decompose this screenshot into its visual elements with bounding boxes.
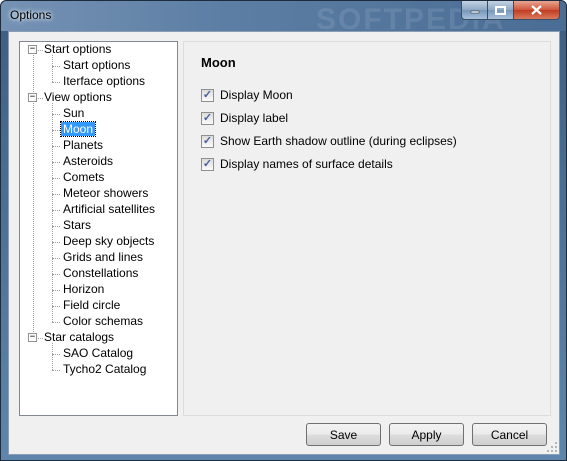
resize-grip[interactable] <box>547 442 557 452</box>
tree-item-label: Field circle <box>63 298 121 312</box>
tree-item-tycho2-catalog[interactable]: Tycho2 Catalog <box>61 362 148 377</box>
close-icon <box>531 5 542 15</box>
option-checkbox[interactable]: ✓ <box>201 111 214 125</box>
panel-title: Moon <box>201 55 236 70</box>
tree-item-label: Deep sky objects <box>63 234 155 248</box>
cancel-button[interactable]: Cancel <box>472 423 547 446</box>
tree-item-label: Color schemas <box>63 314 144 328</box>
tree-connector <box>52 66 60 67</box>
option-label: Display label <box>220 111 289 125</box>
tree-item-start-options[interactable]: Start options <box>61 58 132 73</box>
option-row[interactable]: ✓ Display label <box>201 110 288 126</box>
option-label: Show Earth shadow outline (during eclips… <box>220 134 457 148</box>
tree-group-2[interactable]: Star catalogs <box>42 330 116 345</box>
tree-item-label: Moon <box>59 121 97 137</box>
tree-connector <box>52 322 60 323</box>
tree-connector <box>52 354 60 355</box>
tree-connector <box>52 130 60 131</box>
tree-connector <box>52 194 60 195</box>
option-checkbox[interactable]: ✓ <box>201 134 214 148</box>
dialog-client-area: − Start options Start options Iterface opti… <box>8 31 560 455</box>
tree-item-artificial-satellites[interactable]: Artificial satellites <box>61 202 157 217</box>
tree-connector <box>52 370 60 371</box>
tree-item-sun[interactable]: Sun <box>61 106 86 121</box>
tree-item-label: Constellations <box>63 266 139 280</box>
tree-connector <box>52 343 53 370</box>
option-row[interactable]: ✓ Show Earth shadow outline (during eclip… <box>201 133 457 149</box>
tree-item-deep-sky-objects[interactable]: Deep sky objects <box>61 234 156 249</box>
option-checkbox[interactable]: ✓ <box>201 157 214 171</box>
tree-item-label: Grids and lines <box>63 250 144 264</box>
tree-group-label: Start options <box>44 42 112 56</box>
tree-item-grids-and-lines[interactable]: Grids and lines <box>61 250 145 265</box>
tree-item-stars[interactable]: Stars <box>61 218 93 233</box>
tree-item-iterface-options[interactable]: Iterface options <box>61 74 147 89</box>
tree-connector <box>52 82 60 83</box>
tree-connector <box>52 274 60 275</box>
tree-connector <box>52 226 60 227</box>
tree-connector <box>52 306 60 307</box>
option-label: Display names of surface details <box>220 157 393 171</box>
tree-group-label: Star catalogs <box>44 330 115 344</box>
option-checkbox[interactable]: ✓ <box>201 88 214 102</box>
close-button[interactable] <box>514 1 560 20</box>
tree-connector <box>52 162 60 163</box>
maximize-button[interactable] <box>488 1 514 20</box>
tree-item-moon[interactable]: Moon <box>59 121 97 137</box>
tree-item-label: SAO Catalog <box>63 346 134 360</box>
tree-expander-1[interactable]: − <box>28 93 37 102</box>
option-row[interactable]: ✓ Display Moon <box>201 87 293 103</box>
tree-connector <box>52 55 53 82</box>
save-button[interactable]: Save <box>306 423 381 446</box>
tree-item-field-circle[interactable]: Field circle <box>61 298 122 313</box>
tree-item-sao-catalog[interactable]: SAO Catalog <box>61 346 135 361</box>
caption-buttons <box>461 1 560 20</box>
minimize-icon <box>470 10 479 14</box>
tree-item-meteor-showers[interactable]: Meteor showers <box>61 186 150 201</box>
option-row[interactable]: ✓ Display names of surface details <box>201 156 393 172</box>
tree-connector <box>52 290 60 291</box>
tree-connector <box>52 103 53 322</box>
tree-item-label: Artificial satellites <box>63 202 156 216</box>
tree-item-label: Sun <box>63 106 85 120</box>
tree-item-label: Planets <box>63 138 104 152</box>
tree-item-planets[interactable]: Planets <box>61 138 105 153</box>
tree-item-color-schemas[interactable]: Color schemas <box>61 314 145 329</box>
options-window: Options SOFTPEDIA − Start options Start op… <box>0 0 567 461</box>
tree-expander-2[interactable]: − <box>28 333 37 342</box>
title-bar[interactable]: Options SOFTPEDIA <box>1 1 566 36</box>
apply-button[interactable]: Apply <box>389 423 464 446</box>
tree-expander-0[interactable]: − <box>28 45 37 54</box>
tree-item-label: Start options <box>63 58 131 72</box>
tree-item-constellations[interactable]: Constellations <box>61 266 140 281</box>
tree-connector <box>52 210 60 211</box>
tree-item-label: Asteroids <box>63 154 114 168</box>
window-title: Options <box>10 8 52 22</box>
tree-item-comets[interactable]: Comets <box>61 170 106 185</box>
tree-connector <box>52 242 60 243</box>
tree-item-label: Horizon <box>63 282 105 296</box>
option-label: Display Moon <box>220 88 293 102</box>
tree-item-label: Comets <box>63 170 105 184</box>
settings-panel: Moon ✓ Display Moon ✓ Display label ✓ Show Ea… <box>183 41 551 416</box>
tree-connector <box>52 114 60 115</box>
tree-item-horizon[interactable]: Horizon <box>61 282 106 297</box>
tree-item-label: Stars <box>63 218 92 232</box>
tree-item-label: Iterface options <box>63 74 146 88</box>
tree-connector <box>52 258 60 259</box>
tree-connector <box>52 146 60 147</box>
tree-item-asteroids[interactable]: Asteroids <box>61 154 115 169</box>
tree-group-label: View options <box>44 90 112 104</box>
tree-connector <box>52 178 60 179</box>
minimize-button[interactable] <box>461 1 488 20</box>
maximize-icon <box>495 5 506 15</box>
tree-item-label: Meteor showers <box>63 186 149 200</box>
tree-item-label: Tycho2 Catalog <box>63 362 147 376</box>
options-tree[interactable]: − Start options Start options Iterface opti… <box>19 41 178 416</box>
